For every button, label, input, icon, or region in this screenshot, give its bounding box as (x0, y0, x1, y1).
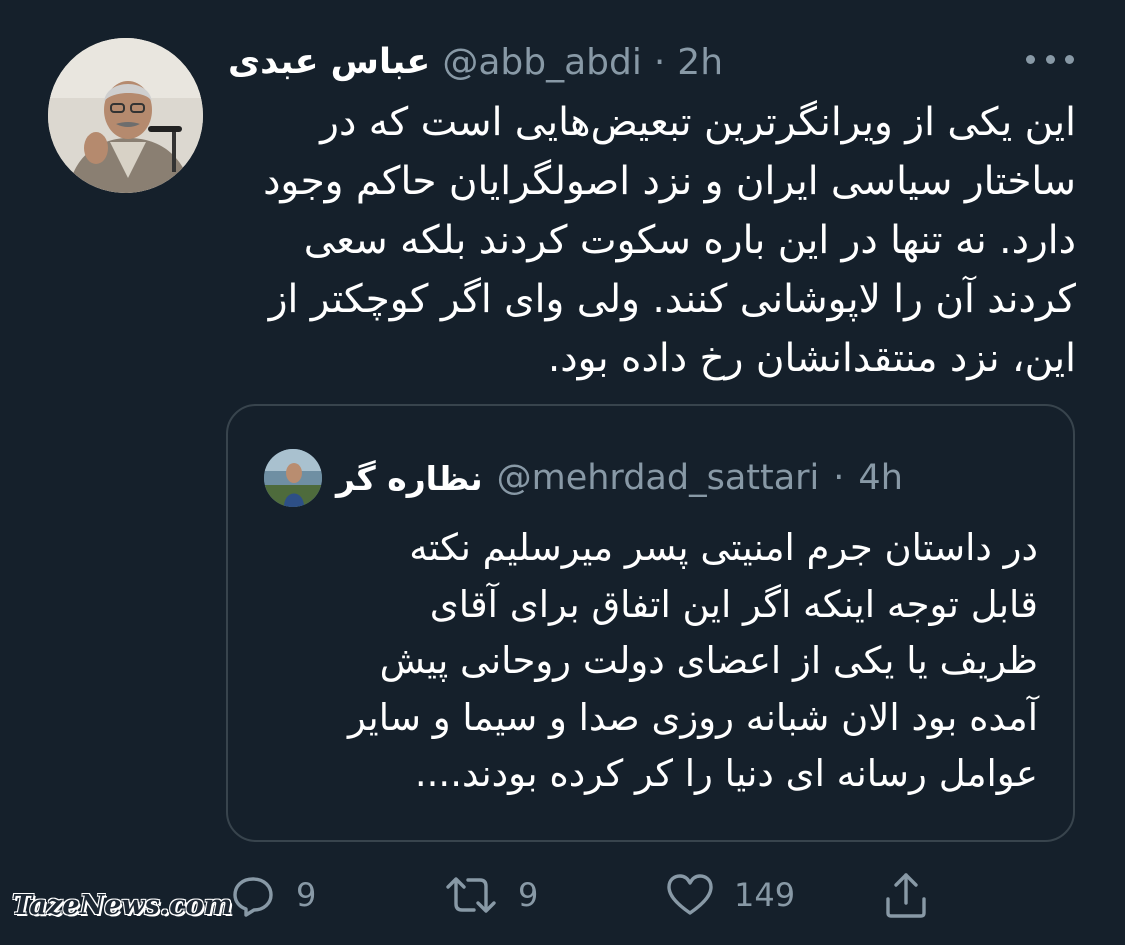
like-button[interactable]: 149 (664, 866, 795, 924)
retweet-icon[interactable] (442, 870, 500, 920)
retweet-button[interactable]: 9 (442, 866, 538, 924)
quoted-author-avatar (264, 449, 322, 507)
quoted-author-handle: @mehrdad_sattari (496, 458, 820, 498)
quoted-text-line: قابل توجه اینکه اگر این اتفاق برای آقای (429, 582, 1038, 626)
tweet-text-line: دارد. نه تنها در این باره سکوت کردند بلک… (303, 218, 1076, 263)
share-icon[interactable] (880, 869, 932, 921)
like-icon[interactable] (664, 870, 716, 920)
retweet-count: 9 (518, 876, 539, 914)
quoted-tweet-text: در داستان جرم امنیتی پسر میرسلیم نکته قا… (258, 520, 1038, 803)
share-button[interactable] (880, 866, 932, 924)
quoted-author-name: نظاره گر (336, 458, 483, 498)
reply-icon[interactable] (228, 870, 278, 920)
separator-dot: · (833, 458, 845, 498)
author-name[interactable]: عباس عبدی (228, 42, 430, 82)
tweet-text-line: ساختار سیاسی ایران و نزد اصولگرایان حاکم… (263, 159, 1076, 204)
reply-button[interactable]: 9 (228, 866, 316, 924)
quoted-text-line: آمده بود الان شبانه روزی صدا و سیما و سا… (347, 695, 1038, 739)
author-avatar[interactable] (48, 38, 203, 193)
tweet-text: این یکی از ویرانگرترین تبعیض‌هایی است که… (226, 93, 1076, 388)
quoted-tweet-card[interactable]: نظاره گر @mehrdad_sattari · 4h در داستان… (226, 404, 1075, 842)
quoted-tweet-timestamp: 4h (858, 458, 903, 498)
author-handle[interactable]: @abb_abdi (442, 42, 642, 83)
quoted-text-line: عوامل رسانه ای دنیا را کر کرده بودند.... (414, 752, 1038, 795)
tweet-timestamp[interactable]: 2h (677, 42, 723, 83)
quoted-text-line: در داستان جرم امنیتی پسر میرسلیم نکته (409, 526, 1038, 569)
separator-dot: · (653, 41, 666, 83)
quoted-tweet-header: نظاره گر @mehrdad_sattari · 4h (264, 449, 903, 507)
more-icon[interactable] (1026, 44, 1074, 74)
tweet-header: عباس عبدی @abb_abdi · 2h (228, 36, 723, 88)
like-count: 149 (734, 876, 796, 914)
tweet-text-line: این یکی از ویرانگرترین تبعیض‌هایی است که… (320, 100, 1076, 145)
watermark: TazeNews.com (12, 890, 233, 921)
tweet-text-line: کردند آن را لاپوشانی کنند. ولی وای اگر ک… (268, 277, 1076, 322)
quoted-text-line: ظریف یا یکی از اعضای دولت روحانی پیش (379, 639, 1038, 682)
tweet-text-line: این، نزد منتقدانشان رخ داده بود. (547, 336, 1076, 381)
reply-count: 9 (296, 876, 317, 914)
